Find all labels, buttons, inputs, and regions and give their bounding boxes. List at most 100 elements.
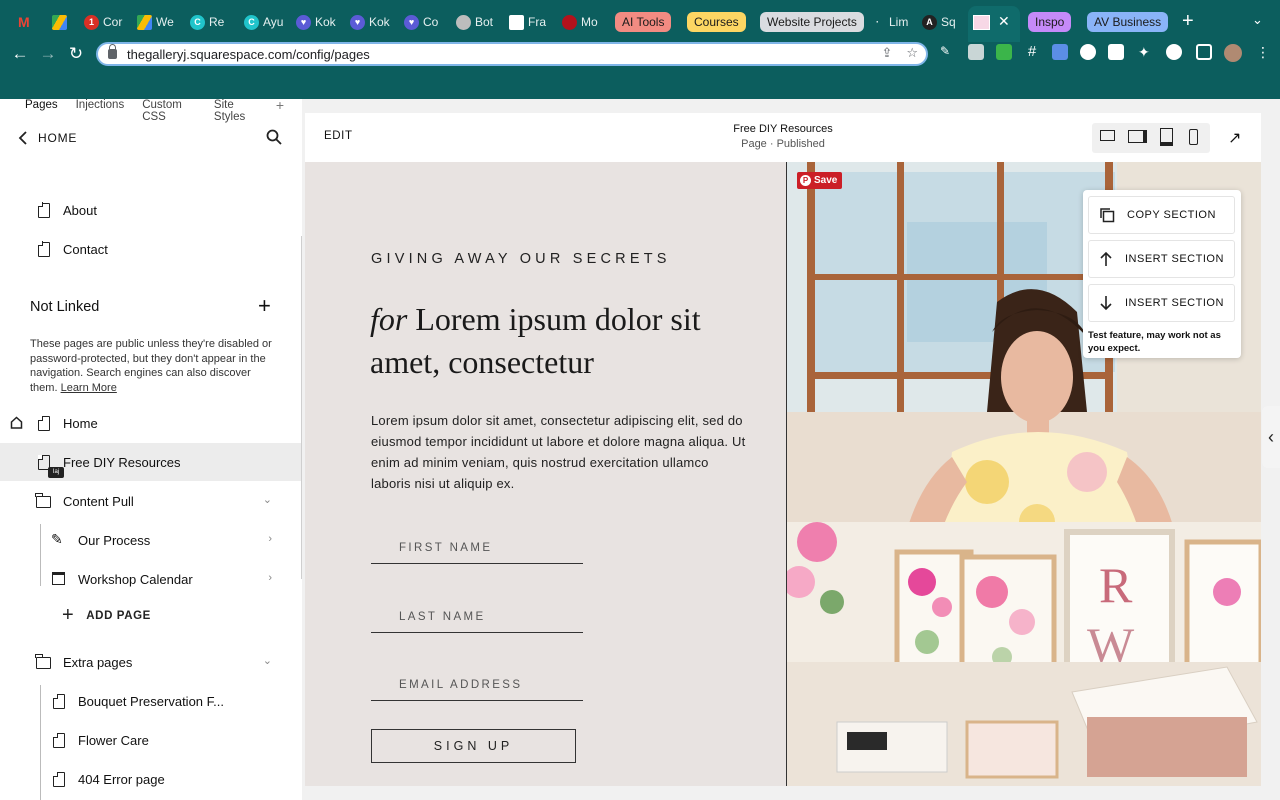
chevron-down-icon[interactable]: ⌄ (263, 493, 272, 506)
address-bar[interactable]: thegalleryj.squarespace.com/config/pages… (96, 42, 928, 66)
collapse-panel-chevron-icon[interactable]: ‹ (1262, 406, 1280, 468)
chevron-right-icon[interactable]: › (268, 572, 272, 584)
add-tab-button[interactable]: + (276, 97, 284, 117)
page-row-workshop-calendar[interactable]: Workshop Calendar › (0, 560, 302, 598)
copy-section-button[interactable]: COPY SECTION (1088, 196, 1235, 234)
circle-icon (456, 14, 471, 30)
last-name-field[interactable]: LAST NAME (371, 601, 583, 633)
green-extension-icon[interactable] (996, 44, 1012, 60)
browser-tab[interactable]: A Sq (922, 9, 962, 35)
tab-pages[interactable]: Pages (25, 99, 58, 117)
chevron-down-icon[interactable]: ⌄ (263, 654, 272, 667)
pages-sidebar: Pages Injections Custom CSS Site Styles … (0, 97, 302, 800)
tablet-portrait-icon[interactable] (1160, 128, 1173, 146)
kebab-menu-icon[interactable]: ⋮ (1256, 44, 1272, 60)
frame-letter-r: R (1099, 557, 1133, 613)
sidepanel-icon[interactable] (1196, 44, 1212, 60)
add-not-linked-button[interactable]: + (258, 295, 271, 317)
section-text-panel[interactable]: GIVING AWAY OUR SECRETS for Lorem ipsum … (305, 162, 787, 786)
test-feature-note: Test feature, may work not as you expect… (1088, 330, 1221, 354)
active-tab[interactable]: ✕ (968, 6, 1020, 42)
lock-icon (108, 44, 117, 59)
gmail-icon: M (18, 14, 30, 30)
close-tab-icon[interactable]: ✕ (998, 13, 1010, 30)
reload-icon[interactable]: ↻ (64, 42, 88, 66)
page-row-flower-care[interactable]: Flower Care (0, 721, 302, 759)
not-linked-description: These pages are public unless they're di… (30, 338, 272, 394)
page-row-about[interactable]: About (0, 191, 302, 229)
circle-extension-icon[interactable] (1080, 44, 1096, 60)
page-row-contact[interactable]: Contact (0, 230, 302, 268)
browser-tab[interactable]: Mo (562, 9, 602, 35)
grid-extension-icon[interactable]: # (1024, 44, 1040, 60)
tab-group-courses[interactable]: Courses (687, 12, 746, 32)
profile-avatar[interactable] (1224, 44, 1242, 62)
new-tab-button[interactable]: + (1182, 10, 1194, 32)
page-icon (37, 241, 50, 257)
puzzle-extension-icon[interactable]: ✦ (1138, 44, 1154, 60)
browser-tab[interactable]: ♥ Co (404, 9, 444, 35)
pinterest-icon: P (800, 175, 811, 186)
browser-tab[interactable]: C Re (190, 9, 228, 35)
browser-tab[interactable]: Bot (456, 9, 496, 35)
email-field[interactable]: EMAIL ADDRESS (371, 669, 583, 701)
insert-section-above-button[interactable]: INSERT SECTION (1088, 240, 1235, 278)
drive-tab[interactable] (52, 9, 67, 35)
page-label: About (63, 202, 97, 218)
browser-tab[interactable]: We (137, 9, 177, 35)
tab-group-inspo[interactable]: Inspo (1028, 12, 1072, 32)
add-page-button[interactable]: + ADD PAGE (62, 604, 151, 627)
back-arrow-icon[interactable]: ← (8, 42, 32, 66)
page-icon (52, 693, 65, 709)
search-icon[interactable] (266, 129, 282, 145)
notification-badge-icon: 1 (84, 14, 99, 30)
id-extension-icon[interactable] (1108, 44, 1124, 60)
browser-tab[interactable]: · Lim (870, 9, 910, 35)
insert-section-below-button[interactable]: INSERT SECTION (1088, 284, 1235, 322)
browser-tab[interactable]: 1 Cor (84, 9, 128, 35)
gmail-tab[interactable]: M (18, 9, 30, 35)
plus-icon: + (62, 604, 75, 626)
page-row-our-process[interactable]: ✎ Our Process › (0, 521, 302, 559)
pen-extension-icon[interactable]: ✎ (940, 44, 956, 60)
tab-injections[interactable]: Injections (76, 99, 125, 117)
tab-search-chevron-icon[interactable]: ⌄ (1252, 12, 1263, 28)
page-row-bouquet-preservation[interactable]: Bouquet Preservation F... (0, 682, 302, 720)
tab-group-ai-tools[interactable]: AI Tools (615, 12, 672, 32)
tab-custom-css[interactable]: Custom CSS (142, 99, 196, 123)
folder-icon (35, 654, 51, 669)
first-name-field[interactable]: FIRST NAME (371, 532, 583, 564)
phone-icon[interactable] (1189, 129, 1198, 145)
learn-more-link[interactable]: Learn More (61, 382, 117, 394)
tablet-landscape-icon[interactable] (1128, 130, 1147, 143)
browser-tab[interactable]: ♥ Kok (350, 9, 390, 35)
browser-tab[interactable]: Fra (509, 9, 549, 35)
page-row-free-diy-resources[interactable]: Free DIY Resources (0, 443, 302, 481)
arrow-up-icon (1100, 251, 1112, 266)
browser-tab[interactable]: ♥ Kok (296, 9, 336, 35)
desktop-icon[interactable] (1100, 130, 1115, 141)
home-label: HOME (38, 131, 78, 145)
folder-row-extra-pages[interactable]: Extra pages ⌄ (0, 643, 302, 681)
sync-extension-icon[interactable] (1166, 44, 1182, 60)
browser-tab[interactable]: C Ayu (244, 9, 284, 35)
bookmark-star-icon[interactable]: ☆ (906, 45, 918, 61)
sign-up-button[interactable]: SIGN UP (371, 729, 576, 763)
tab-group-website-projects[interactable]: Website Projects (760, 12, 864, 32)
chevron-right-icon[interactable]: › (268, 533, 272, 545)
page-row-home[interactable]: Home (0, 404, 302, 442)
sidebar-tabs: Pages Injections Custom CSS Site Styles … (25, 97, 302, 123)
pinterest-save-button[interactable]: P Save (797, 172, 843, 189)
tab-site-styles[interactable]: Site Styles (214, 99, 258, 123)
translate-extension-icon[interactable] (1052, 44, 1068, 60)
open-external-arrow-icon[interactable]: ↗ (1228, 128, 1241, 148)
camera-extension-icon[interactable] (968, 44, 984, 60)
page-label: Contact (63, 241, 108, 257)
back-home-button[interactable]: HOME (18, 129, 77, 147)
forward-arrow-icon[interactable]: → (36, 42, 60, 66)
folder-row-content-pull[interactable]: Content Pull ⌄ (0, 482, 302, 520)
tab-group-av-business[interactable]: AV Business (1087, 12, 1169, 32)
page-row-404-error[interactable]: 404 Error page (0, 760, 302, 798)
share-icon[interactable]: ⇪ (881, 45, 892, 61)
editor-header: EDIT Free DIY Resources Page · Published… (305, 113, 1261, 162)
